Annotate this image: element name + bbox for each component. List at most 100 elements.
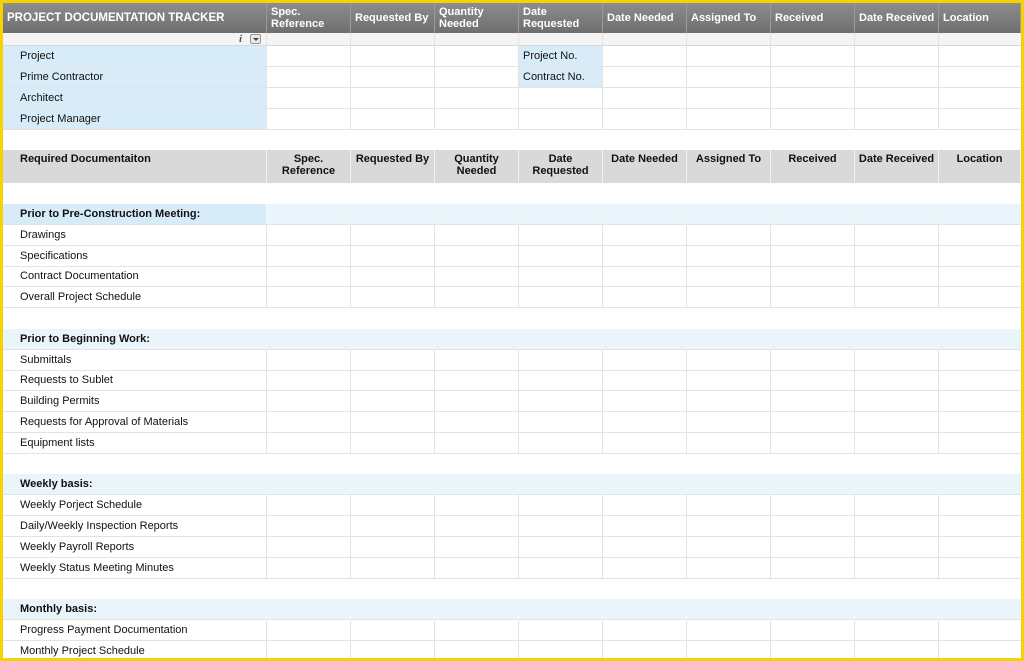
- tracker-cell[interactable]: [435, 266, 519, 288]
- tracker-cell[interactable]: [771, 266, 855, 288]
- tracker-cell[interactable]: [519, 536, 603, 558]
- tracker-cell[interactable]: [771, 536, 855, 558]
- category-cell[interactable]: [267, 599, 351, 621]
- tracker-cell[interactable]: [435, 391, 519, 413]
- category-cell[interactable]: [771, 474, 855, 496]
- tracker-cell[interactable]: [771, 640, 855, 658]
- info-value-cell[interactable]: [519, 109, 603, 130]
- category-cell[interactable]: [603, 474, 687, 496]
- category-cell[interactable]: [435, 328, 519, 350]
- tracker-cell[interactable]: [351, 391, 435, 413]
- tracker-cell[interactable]: [939, 225, 1021, 246]
- tracker-cell[interactable]: [519, 349, 603, 371]
- tracker-cell[interactable]: [687, 557, 771, 579]
- tracker-cell[interactable]: [435, 495, 519, 517]
- tracker-cell[interactable]: [519, 287, 603, 309]
- tracker-cell[interactable]: [687, 349, 771, 371]
- tracker-cell[interactable]: [519, 370, 603, 392]
- info-value-cell[interactable]: [855, 67, 939, 88]
- tracker-cell[interactable]: [855, 266, 939, 288]
- category-cell[interactable]: [351, 204, 435, 225]
- tracker-cell[interactable]: [351, 266, 435, 288]
- header-requested-by[interactable]: Requested By: [351, 3, 435, 33]
- category-cell[interactable]: [267, 328, 351, 350]
- info-value-cell[interactable]: [687, 109, 771, 130]
- tracker-cell[interactable]: [351, 557, 435, 579]
- tracker-cell[interactable]: [939, 433, 1021, 454]
- tracker-cell[interactable]: [687, 412, 771, 433]
- info-value-cell[interactable]: [771, 67, 855, 88]
- tracker-cell[interactable]: [603, 349, 687, 371]
- category-cell[interactable]: [519, 599, 603, 621]
- tracker-cell[interactable]: [603, 495, 687, 517]
- tracker-cell[interactable]: [603, 640, 687, 658]
- filter-dropdown-icon[interactable]: [250, 34, 261, 44]
- header-assigned-to[interactable]: Assigned To: [687, 3, 771, 33]
- category-cell[interactable]: [519, 204, 603, 225]
- tracker-cell[interactable]: [267, 391, 351, 413]
- tracker-cell[interactable]: [687, 391, 771, 413]
- tracker-cell[interactable]: [519, 516, 603, 537]
- tracker-cell[interactable]: [855, 620, 939, 641]
- tracker-cell[interactable]: [939, 620, 1021, 641]
- info-value-cell[interactable]: [687, 88, 771, 109]
- tracker-cell[interactable]: [351, 349, 435, 371]
- tracker-cell[interactable]: [939, 412, 1021, 433]
- tracker-cell[interactable]: [519, 412, 603, 433]
- info-value-cell[interactable]: [939, 109, 1021, 130]
- info-value-cell[interactable]: [267, 88, 351, 109]
- tracker-cell[interactable]: [267, 412, 351, 433]
- category-cell[interactable]: [855, 599, 939, 621]
- category-cell[interactable]: [435, 204, 519, 225]
- category-cell[interactable]: [435, 599, 519, 621]
- category-cell[interactable]: [687, 474, 771, 496]
- tracker-cell[interactable]: [603, 536, 687, 558]
- tracker-cell[interactable]: [267, 640, 351, 658]
- tracker-cell[interactable]: [771, 224, 855, 246]
- tracker-cell[interactable]: [435, 245, 519, 267]
- tracker-cell[interactable]: [939, 516, 1021, 537]
- tracker-cell[interactable]: [939, 370, 1021, 392]
- tracker-cell[interactable]: [351, 412, 435, 433]
- info-value-cell[interactable]: [603, 109, 687, 130]
- info-value-cell[interactable]: [351, 109, 435, 130]
- category-cell[interactable]: [939, 474, 1021, 496]
- info-value-cell[interactable]: [267, 46, 351, 67]
- tracker-cell[interactable]: [855, 245, 939, 267]
- header-received[interactable]: Received: [771, 3, 855, 33]
- tracker-cell[interactable]: [687, 516, 771, 537]
- tracker-cell[interactable]: [435, 287, 519, 309]
- tracker-cell[interactable]: [603, 245, 687, 267]
- tracker-cell[interactable]: [855, 287, 939, 309]
- category-cell[interactable]: [351, 474, 435, 496]
- category-cell[interactable]: [939, 204, 1021, 225]
- tracker-cell[interactable]: [519, 224, 603, 246]
- tracker-cell[interactable]: [603, 557, 687, 579]
- tracker-cell[interactable]: [435, 516, 519, 537]
- category-cell[interactable]: [519, 474, 603, 496]
- tracker-cell[interactable]: [687, 370, 771, 392]
- category-cell[interactable]: [687, 204, 771, 225]
- tracker-cell[interactable]: [687, 495, 771, 517]
- tracker-cell[interactable]: [519, 495, 603, 517]
- tracker-cell[interactable]: [603, 287, 687, 309]
- tracker-cell[interactable]: [939, 558, 1021, 579]
- info-value-cell[interactable]: [939, 88, 1021, 109]
- tracker-cell[interactable]: [351, 370, 435, 392]
- tracker-cell[interactable]: [855, 536, 939, 558]
- info-value-cell[interactable]: [267, 109, 351, 130]
- tracker-cell[interactable]: [267, 495, 351, 517]
- tracker-cell[interactable]: [267, 370, 351, 392]
- tracker-cell[interactable]: [435, 640, 519, 658]
- info-value-cell[interactable]: [435, 88, 519, 109]
- category-cell[interactable]: [855, 328, 939, 350]
- tracker-cell[interactable]: [267, 620, 351, 641]
- category-cell[interactable]: [351, 328, 435, 350]
- tracker-cell[interactable]: [687, 640, 771, 658]
- tracker-cell[interactable]: [855, 224, 939, 246]
- category-cell[interactable]: [939, 599, 1021, 621]
- tracker-cell[interactable]: [687, 287, 771, 309]
- tracker-cell[interactable]: [855, 516, 939, 537]
- tracker-cell[interactable]: [855, 370, 939, 392]
- category-cell[interactable]: [855, 474, 939, 496]
